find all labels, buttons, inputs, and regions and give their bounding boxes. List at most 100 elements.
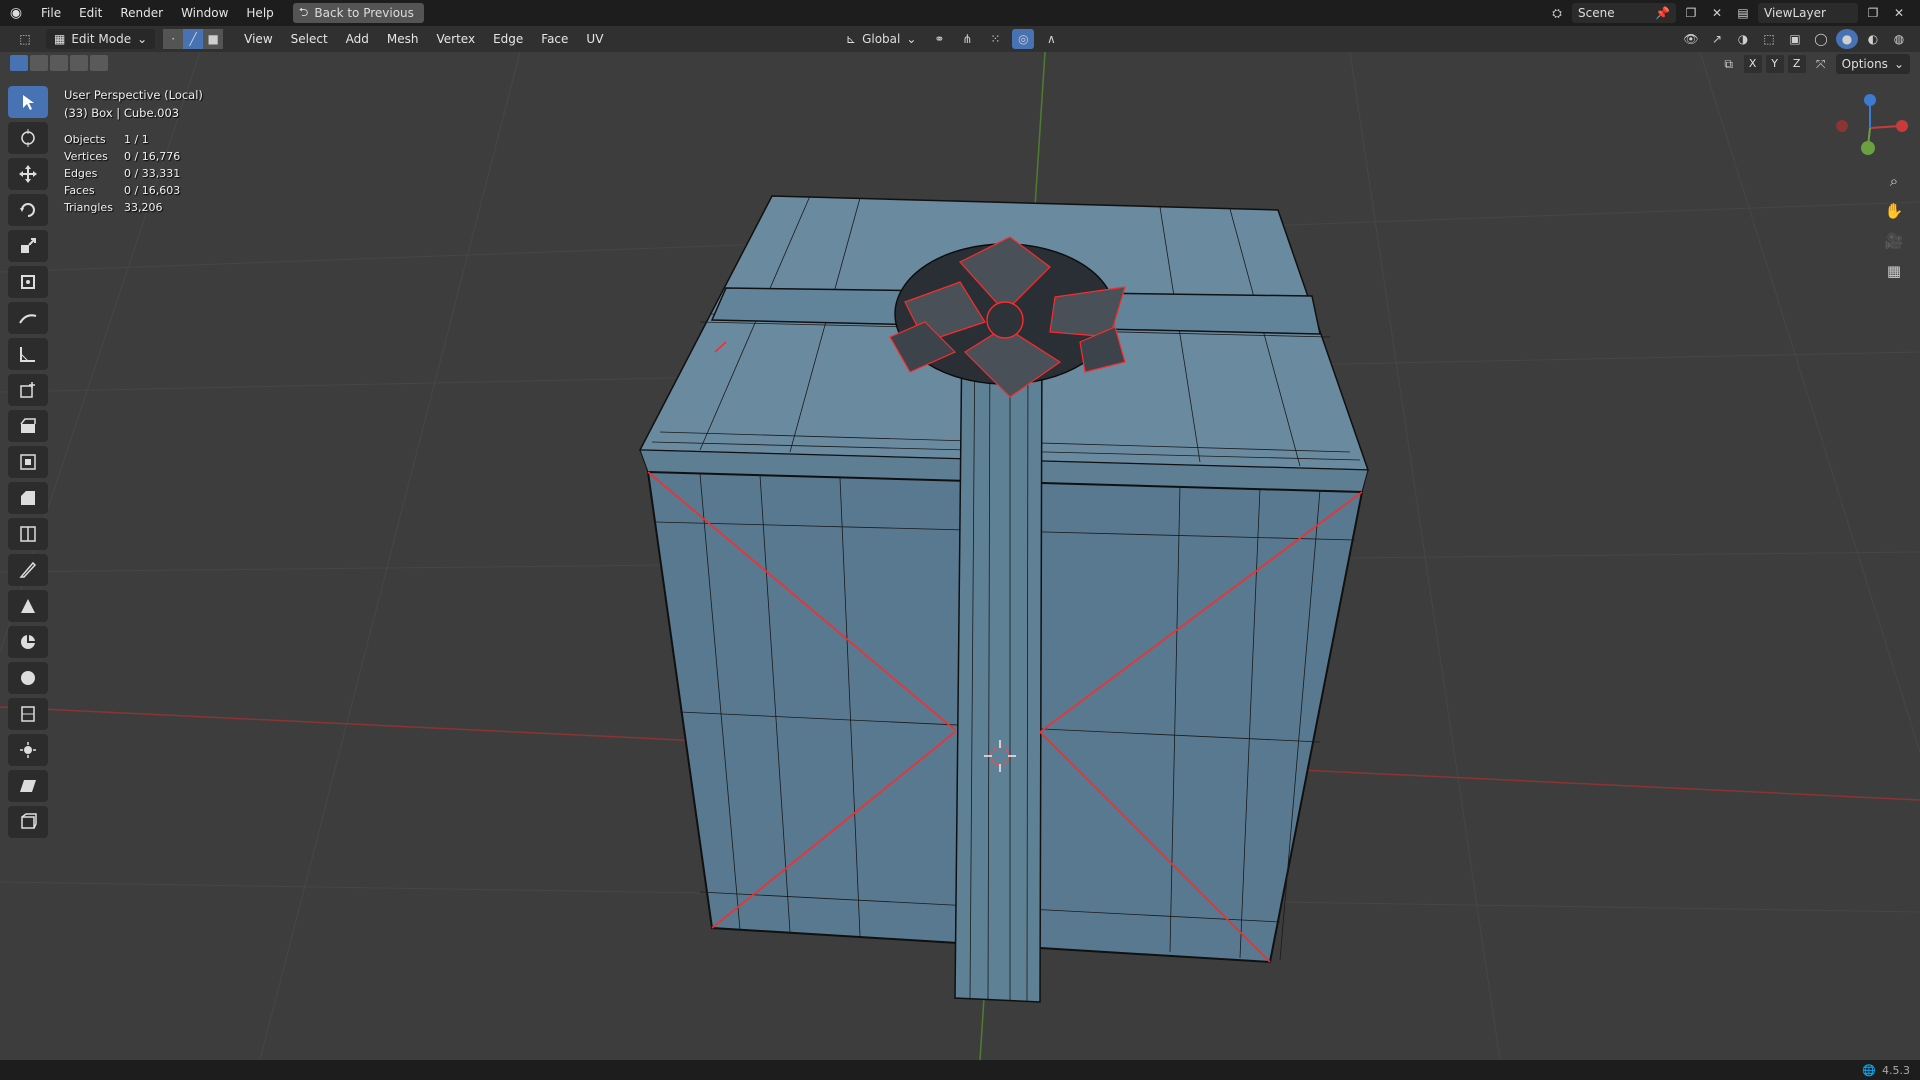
- menu-render[interactable]: Render: [111, 0, 172, 26]
- navigation-gizmo[interactable]: [1830, 88, 1920, 168]
- orientation-selector[interactable]: ⊾ Global ⌄: [840, 29, 922, 49]
- editor-type-icon[interactable]: ⬚: [14, 29, 36, 49]
- overlay-toggle-icon[interactable]: ◑: [1732, 29, 1754, 49]
- new-viewlayer-icon[interactable]: ❐: [1862, 3, 1884, 23]
- zoom-icon[interactable]: ⌕: [1880, 168, 1908, 194]
- shear-icon: [20, 780, 36, 792]
- stat-label: Objects: [64, 133, 106, 146]
- scene-type-icon[interactable]: ⛭: [1546, 3, 1568, 23]
- tool-move[interactable]: [8, 158, 48, 190]
- delete-viewlayer-icon[interactable]: ✕: [1888, 3, 1910, 23]
- version-label: 4.5.3: [1882, 1063, 1910, 1077]
- xray-icon[interactable]: ▣: [1784, 29, 1806, 49]
- delete-scene-icon[interactable]: ✕: [1706, 3, 1728, 23]
- menu-edge[interactable]: Edge: [484, 26, 532, 52]
- add-cube-icon: [20, 382, 35, 398]
- chevron-down-icon: ⌄: [1893, 57, 1904, 71]
- solid-shading-icon[interactable]: ●: [1836, 29, 1858, 49]
- tool-select-box[interactable]: [8, 86, 48, 118]
- menu-edit[interactable]: Edit: [70, 0, 111, 26]
- rip-region-icon: [21, 813, 37, 829]
- snap-icon[interactable]: ⋔: [956, 29, 978, 49]
- proportional-edit-icon[interactable]: ◎: [1012, 29, 1035, 49]
- select-subtract-icon[interactable]: [50, 55, 68, 71]
- select-invert-icon[interactable]: [70, 55, 88, 71]
- viewlayer-selector[interactable]: ViewLayer: [1758, 3, 1858, 23]
- pivot-icon[interactable]: ⚭: [928, 29, 950, 49]
- tool-shrink-fatten[interactable]: [8, 734, 48, 766]
- rendered-shading-icon[interactable]: ◍: [1888, 29, 1910, 49]
- rotate-icon: [20, 203, 35, 217]
- gizmo-toggle-icon[interactable]: ↗: [1706, 29, 1728, 49]
- tool-loop-cut[interactable]: [8, 518, 48, 550]
- menu-select[interactable]: Select: [282, 26, 337, 52]
- camera-view-icon[interactable]: 🎥: [1880, 228, 1908, 254]
- blender-logo-icon[interactable]: ◉: [0, 0, 32, 26]
- select-box-icon: [23, 95, 34, 110]
- stat-value: 33,206: [124, 201, 163, 214]
- mesh-statistics: Objects 1 / 1 Vertices 0 / 16,776 Edges 0 /…: [64, 131, 180, 216]
- tool-measure[interactable]: [8, 338, 48, 370]
- tool-add-cube[interactable]: [8, 374, 48, 406]
- viewport-header: ⬚ ▦ Edit Mode ⌄ · ╱ ■ View Select Add Me…: [0, 26, 1920, 52]
- tool-rip-region[interactable]: [8, 806, 48, 838]
- face-select-icon[interactable]: ■: [203, 29, 224, 49]
- tool-poly-build[interactable]: [8, 590, 48, 622]
- menu-help[interactable]: Help: [237, 0, 282, 26]
- menu-window[interactable]: Window: [172, 0, 237, 26]
- tool-cursor[interactable]: [8, 122, 48, 154]
- mirror-icon[interactable]: ⧉: [1718, 54, 1740, 74]
- edge-select-icon[interactable]: ╱: [183, 29, 204, 49]
- vertex-select-icon[interactable]: ·: [163, 29, 184, 49]
- scale-icon: [21, 238, 36, 253]
- tool-extrude-region[interactable]: [8, 410, 48, 442]
- tool-bevel[interactable]: [8, 482, 48, 514]
- tool-edge-slide[interactable]: [8, 698, 48, 730]
- mirror-y-toggle[interactable]: Y: [1765, 55, 1784, 73]
- tool-inset-faces[interactable]: [8, 446, 48, 478]
- menu-file[interactable]: File: [32, 0, 70, 26]
- menu-view[interactable]: View: [235, 26, 281, 52]
- options-dropdown[interactable]: Options ⌄: [1835, 54, 1910, 74]
- menu-uv[interactable]: UV: [577, 26, 612, 52]
- ortho-grid-icon[interactable]: ▦: [1880, 258, 1908, 284]
- mirror-z-toggle[interactable]: Z: [1787, 55, 1806, 73]
- auto-merge-icon[interactable]: ⤧: [1810, 54, 1832, 74]
- tool-scale[interactable]: [8, 230, 48, 262]
- select-mode-group: · ╱ ■: [163, 29, 224, 49]
- viewlayer-name: ViewLayer: [1764, 6, 1826, 20]
- snap-target-icon[interactable]: ⁙: [984, 29, 1006, 49]
- stat-value: 0 / 33,331: [124, 167, 181, 180]
- select-extend-icon[interactable]: [30, 55, 48, 71]
- mesh-overlay-icon[interactable]: ⬚: [1758, 29, 1780, 49]
- tool-smooth[interactable]: [8, 662, 48, 694]
- tool-annotate[interactable]: [8, 302, 48, 334]
- back-to-previous-button[interactable]: ⮌ Back to Previous: [292, 3, 424, 23]
- tool-spin[interactable]: [8, 626, 48, 658]
- menu-add[interactable]: Add: [337, 26, 378, 52]
- stat-value: 0 / 16,603: [124, 184, 181, 197]
- 3d-viewport[interactable]: [0, 52, 1920, 1060]
- material-shading-icon[interactable]: ◐: [1862, 29, 1884, 49]
- tool-knife[interactable]: [8, 554, 48, 586]
- menu-face[interactable]: Face: [532, 26, 577, 52]
- menu-mesh[interactable]: Mesh: [378, 26, 428, 52]
- falloff-icon[interactable]: ∧: [1040, 29, 1062, 49]
- new-scene-icon[interactable]: ❐: [1680, 3, 1702, 23]
- wireframe-shading-icon[interactable]: ◯: [1810, 29, 1832, 49]
- mirror-x-toggle[interactable]: X: [1743, 55, 1762, 73]
- viewlayer-icon[interactable]: ▤: [1732, 3, 1754, 23]
- select-intersect-icon[interactable]: [90, 55, 108, 71]
- menu-vertex[interactable]: Vertex: [428, 26, 485, 52]
- tool-rotate[interactable]: [8, 194, 48, 226]
- mode-selector[interactable]: ▦ Edit Mode ⌄: [46, 29, 156, 49]
- tool-shear[interactable]: [8, 770, 48, 802]
- visibility-icon[interactable]: 👁: [1680, 29, 1702, 49]
- pin-icon[interactable]: 📌: [1655, 6, 1670, 20]
- select-new-icon[interactable]: [10, 55, 28, 71]
- tool-transform[interactable]: [8, 266, 48, 298]
- globe-icon: 🌐: [1862, 1063, 1876, 1077]
- pan-hand-icon[interactable]: ✋: [1880, 198, 1908, 224]
- scene-selector[interactable]: Scene 📌: [1572, 3, 1676, 23]
- chevron-down-icon: ⌄: [906, 32, 917, 46]
